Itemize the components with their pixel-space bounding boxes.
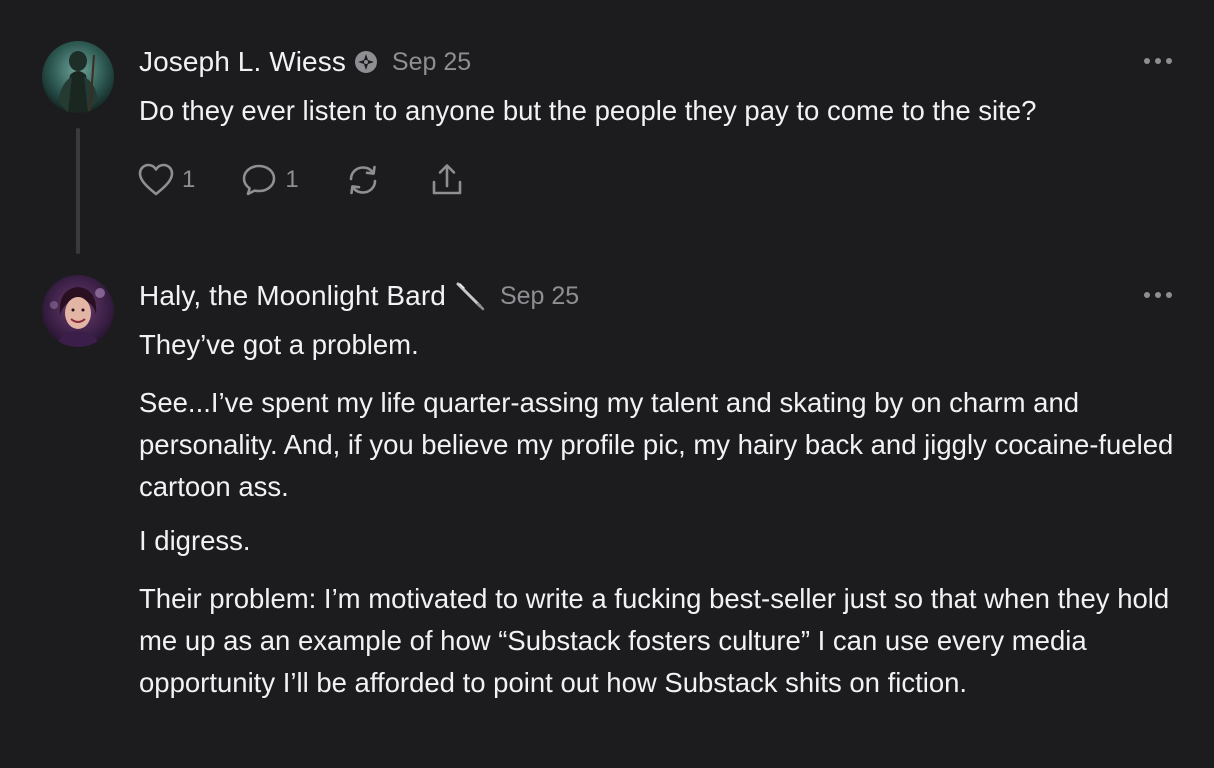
like-button[interactable]: 1 xyxy=(138,163,195,197)
restack-button[interactable] xyxy=(345,163,381,197)
comment-paragraph: Their problem: I’m motivated to write a … xyxy=(139,583,1170,698)
comment-paragraph: I digress. xyxy=(139,525,251,556)
like-count: 1 xyxy=(182,166,196,193)
reply-button[interactable]: 1 xyxy=(241,163,299,197)
author-name[interactable]: Joseph L. Wiess xyxy=(139,46,346,78)
avatar-image-icon xyxy=(42,275,114,347)
heart-icon xyxy=(138,163,174,196)
share-button[interactable] xyxy=(429,162,465,198)
more-options-button[interactable] xyxy=(1144,290,1172,300)
reply-count: 1 xyxy=(285,166,299,193)
avatar[interactable] xyxy=(42,41,114,113)
thread-line xyxy=(76,128,80,254)
comment-paragraph: Do they ever listen to anyone but the pe… xyxy=(139,95,1037,126)
avatar[interactable] xyxy=(42,275,114,347)
more-options-button[interactable] xyxy=(1144,56,1172,66)
dot-icon xyxy=(1144,58,1150,64)
comment-bubble-icon xyxy=(243,164,276,196)
dot-icon xyxy=(1144,292,1150,298)
dot-icon xyxy=(1155,58,1161,64)
comment-paragraph: See...I’ve spent my life quarter-assing … xyxy=(139,387,1174,502)
dot-icon xyxy=(1155,292,1161,298)
subscriber-badge-icon xyxy=(354,50,378,74)
comment-header: Joseph L. Wiess Sep 25 xyxy=(139,44,471,80)
comment-paragraph: They’ve got a problem. xyxy=(139,329,419,360)
dot-icon xyxy=(1166,292,1172,298)
comment-date[interactable]: Sep 25 xyxy=(500,282,579,311)
author-name[interactable]: Haly, the Moonlight Bard xyxy=(139,280,446,312)
quill-pen-icon xyxy=(454,280,486,312)
comment-header: Haly, the Moonlight Bard Sep 25 xyxy=(139,278,579,314)
restack-icon xyxy=(349,165,377,195)
comment-body: They’ve got a problem. See...I’ve spent … xyxy=(139,324,1179,716)
comment-body: Do they ever listen to anyone but the pe… xyxy=(139,90,1179,144)
comment-date[interactable]: Sep 25 xyxy=(392,48,471,77)
comment-actions: 1 1 xyxy=(138,160,465,200)
dot-icon xyxy=(1166,58,1172,64)
avatar-image-icon xyxy=(42,41,114,113)
share-icon xyxy=(432,164,462,195)
